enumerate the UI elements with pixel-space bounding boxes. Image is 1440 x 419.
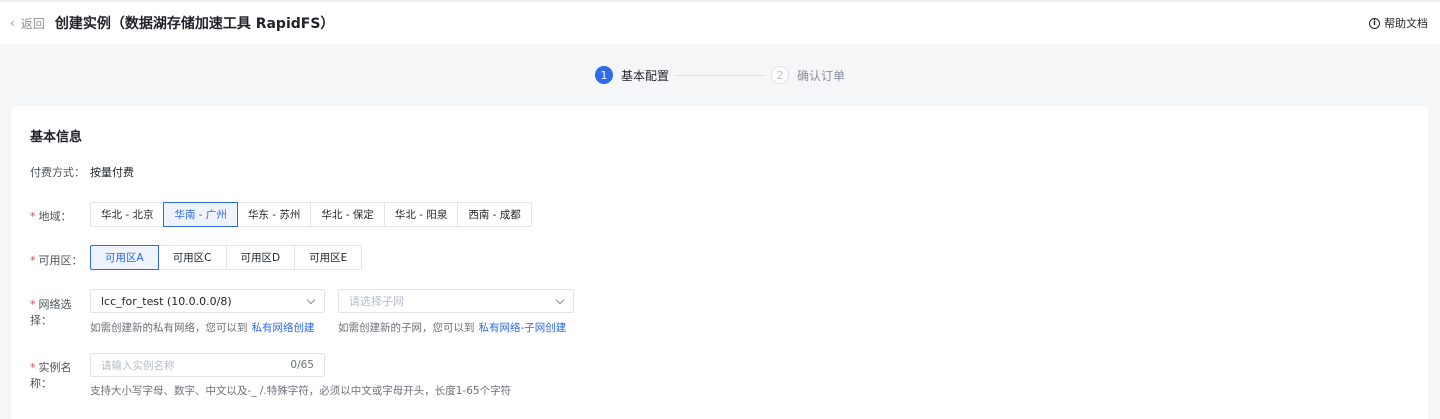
region-option-baoding[interactable]: 华北 - 保定	[310, 202, 385, 227]
zone-option-d[interactable]: 可用区D	[225, 245, 296, 270]
payment-value: 按量付费	[90, 166, 134, 179]
zone-label: * 可用区：	[30, 252, 90, 268]
zone-option-e[interactable]: 可用区E	[294, 245, 363, 270]
subnet-select-placeholder: 请选择子网	[349, 295, 404, 308]
vpc-hint: 如需创建新的私有网络，您可以到 私有网络创建	[90, 320, 315, 335]
zone-selector: 可用区A 可用区C 可用区D 可用区E	[90, 245, 363, 270]
step-number: 1	[594, 66, 613, 84]
basic-info-card: 基本信息 付费方式： 按量付费 * 地域： 华北 - 北京 华南 - 广州 华东 …	[11, 106, 1428, 419]
region-option-chengdu[interactable]: 西南 - 成都	[457, 202, 532, 227]
region-option-guangzhou[interactable]: 华南 - 广州	[163, 202, 238, 227]
instance-name-hint: 支持大小写字母、数字、中文以及-_ /.特殊字符，必须以中文或字母开头，长度1-…	[90, 385, 512, 397]
payment-label-text: 付费方式：	[30, 166, 85, 179]
stepper: 1 基本配置 2 确认订单	[0, 62, 1440, 88]
help-label: 帮助文档	[1384, 17, 1428, 30]
vpc-hint-text: 如需创建新的私有网络，您可以到	[90, 322, 248, 334]
step-label: 基本配置	[620, 68, 669, 83]
subnet-hint: 如需创建新的子网，您可以到 私有网络-子网创建	[338, 320, 566, 335]
help-docs-link[interactable]: i 帮助文档	[1369, 15, 1428, 31]
chevron-down-icon	[306, 295, 316, 305]
subnet-hint-text: 如需创建新的子网，您可以到	[338, 322, 475, 334]
instance-name-input[interactable]: 请输入实例名称 0/65	[90, 353, 325, 377]
region-label: * 地域：	[30, 208, 90, 224]
instance-name-placeholder: 请输入实例名称	[101, 359, 175, 372]
network-label: * 网络选择：	[30, 296, 90, 328]
instance-name-label-text: 实例名称：	[30, 361, 72, 390]
region-option-beijing[interactable]: 华北 - 北京	[90, 202, 165, 227]
chevron-left-icon: ‹	[10, 16, 15, 30]
required-mark: *	[30, 254, 36, 267]
region-option-suzhou[interactable]: 华东 - 苏州	[236, 202, 312, 227]
network-label-text: 网络选择：	[30, 298, 72, 327]
instance-name-label: * 实例名称：	[30, 359, 90, 391]
required-mark: *	[30, 361, 36, 374]
back-button[interactable]: ‹ 返回	[10, 15, 45, 32]
subnet-select[interactable]: 请选择子网	[338, 289, 574, 313]
zone-option-c[interactable]: 可用区C	[157, 245, 227, 270]
step-number: 2	[771, 66, 789, 84]
vpc-create-link[interactable]: 私有网络创建	[252, 322, 315, 334]
page-title: 创建实例（数据湖存储加速工具 RapidFS）	[54, 16, 335, 32]
info-icon: i	[1369, 17, 1380, 29]
chevron-down-icon	[555, 295, 565, 305]
region-selector: 华北 - 北京 华南 - 广州 华东 - 苏州 华北 - 保定 华北 - 阳泉 …	[90, 202, 532, 227]
top-header: ‹ 返回 创建实例（数据湖存储加速工具 RapidFS） i 帮助文档	[0, 0, 1440, 44]
step-confirm-order: 2 确认订单	[771, 66, 845, 84]
char-counter: 0/65	[290, 359, 314, 371]
step-label: 确认订单	[797, 68, 846, 83]
required-mark: *	[30, 210, 36, 223]
required-mark: *	[30, 298, 36, 311]
region-label-text: 地域：	[38, 210, 72, 223]
region-option-yangquan[interactable]: 华北 - 阳泉	[383, 202, 459, 227]
vpc-select-value: lcc_for_test (10.0.0.0/8)	[101, 294, 232, 308]
subnet-create-link[interactable]: 私有网络-子网创建	[479, 322, 567, 334]
section-title: 基本信息	[30, 130, 83, 145]
step-connector	[675, 74, 765, 76]
back-label: 返回	[20, 16, 45, 31]
payment-label: 付费方式：	[30, 164, 90, 180]
vpc-select[interactable]: lcc_for_test (10.0.0.0/8)	[90, 289, 325, 313]
step-basic-config: 1 基本配置	[594, 66, 669, 84]
zone-option-a[interactable]: 可用区A	[90, 245, 159, 270]
zone-label-text: 可用区：	[38, 254, 83, 267]
